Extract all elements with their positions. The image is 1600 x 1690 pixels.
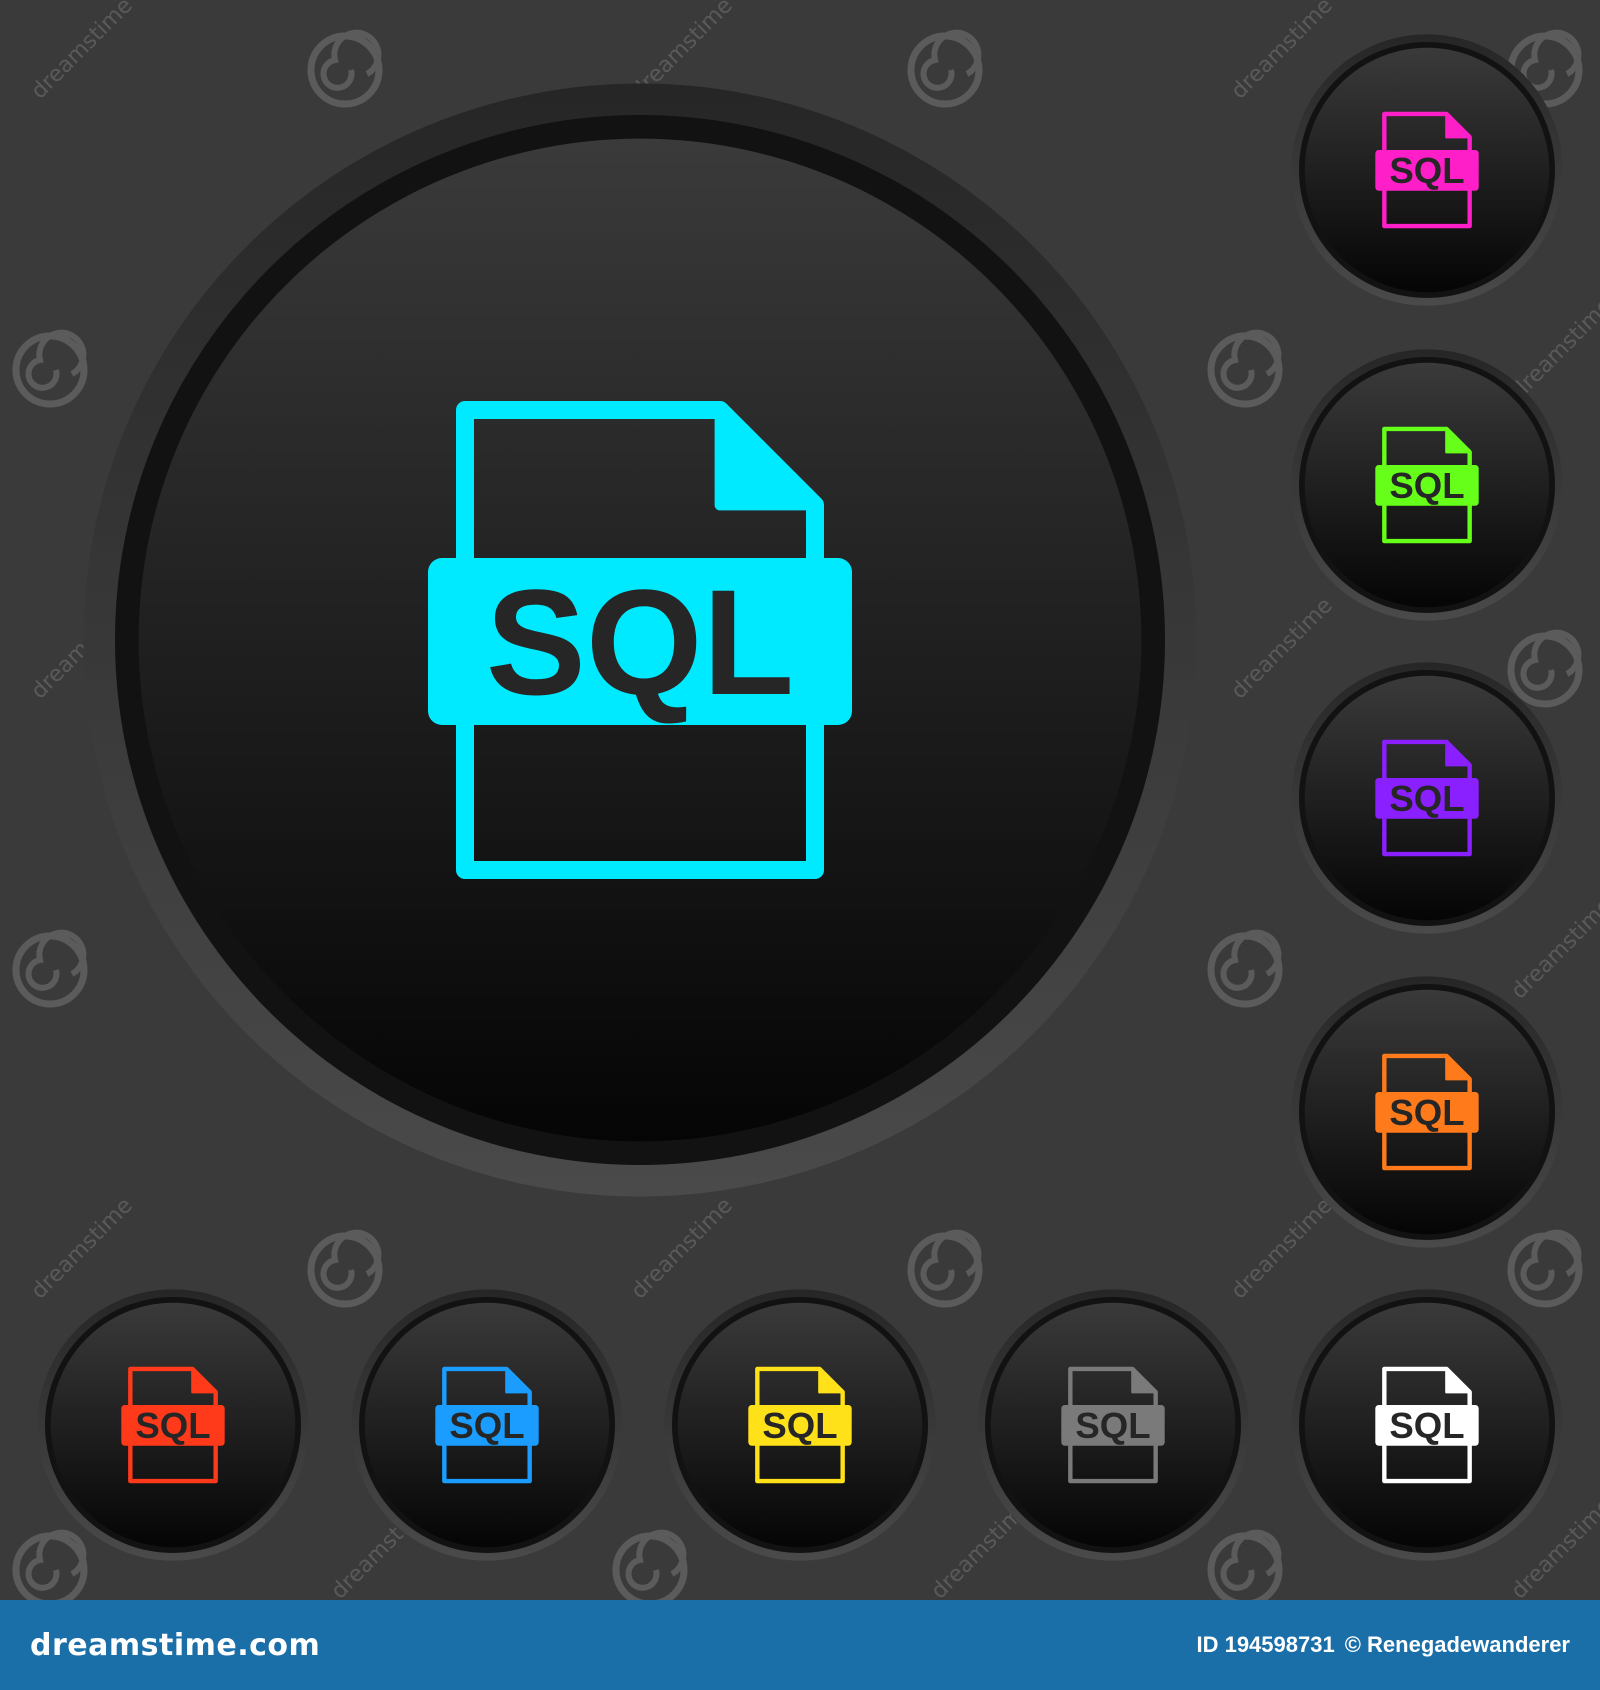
main-sql-button[interactable]: SQL (83, 83, 1197, 1197)
watermark-spiral-icon (1207, 929, 1283, 1008)
sql-label: SQL (1389, 150, 1464, 191)
bottom-sql-button-3[interactable]: SQL (664, 1289, 936, 1561)
watermark-text: dreamstime (627, 1193, 738, 1304)
watermark-spiral-icon (907, 29, 983, 108)
watermark-spiral-icon (12, 929, 88, 1008)
watermark-spiral-icon (12, 1529, 88, 1600)
bottom-sql-button-1[interactable]: SQL (37, 1289, 309, 1561)
watermark-text: dreamstime (1227, 593, 1338, 704)
watermark-spiral-icon (307, 1229, 383, 1308)
side-sql-button-3[interactable]: SQL (1291, 662, 1563, 934)
watermark-text: dreamstime (1227, 1193, 1338, 1304)
sql-label: SQL (762, 1405, 837, 1446)
bottom-sql-button-2[interactable]: SQL (351, 1289, 623, 1561)
image-id: ID 194598731 (1196, 1632, 1335, 1657)
watermark-spiral-icon (1507, 1229, 1583, 1308)
sql-label: SQL (449, 1405, 524, 1446)
watermark-text: dreamstime (27, 1193, 138, 1304)
side-sql-button-2[interactable]: SQL (1291, 349, 1563, 621)
sql-label: SQL (135, 1405, 210, 1446)
sql-label: SQL (1389, 778, 1464, 819)
footer-bar: dreamstime.com ID 194598731 © Renegadewa… (0, 1600, 1600, 1690)
sql-label: SQL (486, 558, 794, 726)
watermark-text: dreamstime (1507, 893, 1600, 1004)
sql-label: SQL (1389, 465, 1464, 506)
author-name: © Renegadewanderer (1344, 1632, 1570, 1657)
sql-label: SQL (1389, 1405, 1464, 1446)
watermark-spiral-icon (1507, 629, 1583, 708)
watermark-spiral-icon (612, 1529, 688, 1600)
sql-label: SQL (1075, 1405, 1150, 1446)
icon-set-canvas: dreamstime dreamstime dreamstime dreamstime… (0, 0, 1600, 1600)
bottom-sql-button-4[interactable]: SQL (977, 1289, 1249, 1561)
watermark-spiral-icon (907, 1229, 983, 1308)
bottom-sql-button-5[interactable]: SQL (1291, 1289, 1563, 1561)
sql-label: SQL (1389, 1092, 1464, 1133)
watermark-spiral-icon (1207, 329, 1283, 408)
watermark-text: dreamstime (27, 0, 138, 104)
watermark-spiral-icon (12, 329, 88, 408)
watermark-spiral-icon (307, 29, 383, 108)
footer-credit: ID 194598731 © Renegadewanderer (1196, 1632, 1570, 1658)
side-sql-button-4[interactable]: SQL (1291, 976, 1563, 1248)
watermark-spiral-icon (1207, 1529, 1283, 1600)
side-sql-button-1[interactable]: SQL (1291, 34, 1563, 306)
footer-brand[interactable]: dreamstime.com (30, 1628, 320, 1663)
